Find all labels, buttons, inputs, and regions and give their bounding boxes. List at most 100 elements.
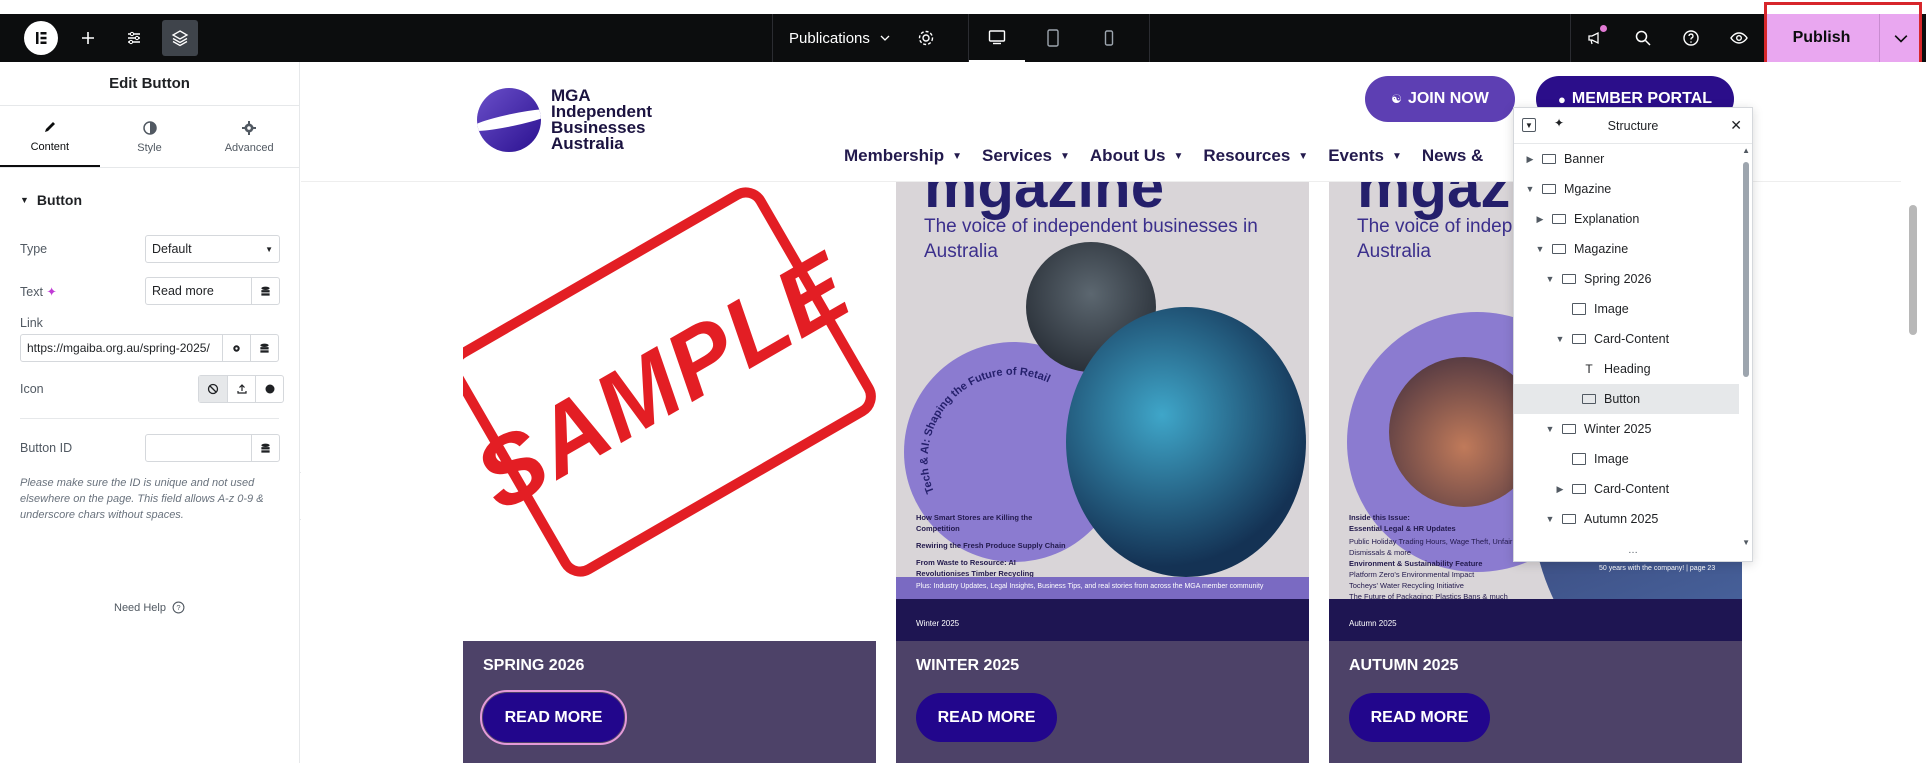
text-value: Read more	[152, 284, 214, 298]
container-icon	[1542, 184, 1556, 194]
tree-item-spring-2026[interactable]: ▼ Spring 2026	[1514, 264, 1739, 294]
container-icon	[1562, 274, 1576, 284]
button-id-input[interactable]	[145, 434, 280, 462]
upload-icon-option[interactable]	[227, 376, 255, 402]
tree-item-image[interactable]: Image	[1514, 294, 1739, 324]
structure-tree: ▶ Banner ▼ Mgazine ▶ Explanation ▼ Magazine …	[1514, 144, 1752, 549]
tablet-view-button[interactable]	[1025, 14, 1081, 62]
tree-item-magazine[interactable]: ▼ Magazine	[1514, 234, 1739, 264]
tab-content[interactable]: Content	[0, 106, 100, 167]
icon-choices	[198, 375, 284, 403]
nav-about-us[interactable]: About Us ▼	[1090, 146, 1183, 166]
desktop-view-button[interactable]	[969, 14, 1025, 62]
dynamic-tags-icon[interactable]	[251, 278, 279, 304]
mga-logo-icon	[477, 88, 541, 152]
scroll-up-icon[interactable]: ▲	[1742, 146, 1750, 155]
text-input[interactable]: Read more	[145, 277, 280, 305]
document-title-dropdown[interactable]: Publications	[772, 14, 906, 62]
mobile-view-button[interactable]	[1081, 14, 1137, 62]
tree-item-explanation[interactable]: ▶ Explanation	[1514, 204, 1739, 234]
cover-issue: Winter 2025	[896, 599, 1309, 641]
elementor-menu-button[interactable]	[17, 14, 65, 62]
nav-events[interactable]: Events ▼	[1328, 146, 1402, 166]
finder-search-button[interactable]	[1619, 14, 1667, 62]
tree-item-image[interactable]: Image	[1514, 444, 1739, 474]
publish-button[interactable]: Publish	[1764, 14, 1879, 62]
card-image-sample[interactable]: SAMPLE	[463, 182, 876, 641]
text-control: Text ✦ Read more	[0, 270, 299, 312]
read-more-button[interactable]: READ MORE	[480, 690, 627, 745]
tree-item-autumn-2025[interactable]: ▼ Autumn 2025	[1514, 504, 1739, 534]
page-settings-button[interactable]	[902, 14, 950, 62]
cover-headlines: Inside this Issue: Essential Legal & HR …	[1349, 513, 1513, 612]
site-settings-button[interactable]	[110, 14, 158, 62]
caret-down-icon: ▼	[265, 244, 273, 254]
card-image-winter-cover[interactable]: mgazine The voice of independent busines…	[896, 182, 1309, 641]
container-icon	[1542, 154, 1556, 164]
structure-toggle-button[interactable]	[162, 20, 198, 56]
type-select[interactable]: Default ▼	[145, 235, 280, 263]
link-options-gear-icon[interactable]	[222, 335, 250, 361]
sliders-icon	[128, 31, 140, 45]
mobile-icon	[1104, 30, 1114, 46]
tree-item-heading[interactable]: T Heading	[1514, 354, 1739, 384]
read-more-button[interactable]: READ MORE	[916, 693, 1057, 742]
brand-name: MGA Independent Businesses Australia	[551, 86, 653, 153]
cover-issue: Autumn 2025	[1329, 599, 1742, 641]
dynamic-tags-icon[interactable]	[251, 435, 279, 461]
card-content: AUTUMN 2025 READ MORE	[1329, 641, 1742, 763]
add-element-button[interactable]	[64, 14, 112, 62]
tab-advanced[interactable]: Advanced	[199, 106, 299, 167]
structure-title: Structure	[1607, 118, 1659, 133]
nav-services[interactable]: Services ▼	[982, 146, 1070, 166]
container-icon	[1552, 214, 1566, 224]
elementor-logo-icon	[24, 21, 58, 55]
cover-headlines: How Smart Stores are Killing the Competi…	[916, 513, 1066, 578]
help-button[interactable]	[1667, 14, 1715, 62]
need-help-link[interactable]: Need Help ?	[0, 601, 299, 614]
image-icon	[1572, 453, 1586, 465]
caret-down-icon: ▼	[20, 195, 29, 205]
pencil-icon	[44, 121, 55, 132]
link-label: Link	[20, 316, 43, 330]
user-icon: ●	[1558, 91, 1566, 107]
nav-membership[interactable]: Membership ▼	[844, 146, 962, 166]
nav-resources[interactable]: Resources ▼	[1203, 146, 1308, 166]
section-toggle-button[interactable]: ▼ Button	[0, 168, 299, 228]
publish-options-button[interactable]	[1879, 14, 1921, 62]
resize-handle-icon[interactable]: …	[1514, 546, 1752, 561]
notifications-button[interactable]	[1571, 14, 1619, 62]
card-heading: SPRING 2026	[483, 657, 585, 674]
preview-button[interactable]	[1715, 14, 1763, 62]
tree-item-winter-2025[interactable]: ▼ Winter 2025	[1514, 414, 1739, 444]
cover-photo-cart	[1066, 307, 1306, 577]
structure-scrollbar[interactable]	[1743, 162, 1749, 377]
join-now-button[interactable]: ☯ JOIN NOW	[1365, 76, 1515, 122]
ai-sparkle-icon[interactable]: ✦	[46, 285, 56, 299]
site-logo[interactable]: MGA Independent Businesses Australia	[477, 86, 653, 153]
tree-item-banner[interactable]: ▶ Banner	[1514, 144, 1739, 174]
document-title: Publications	[789, 29, 870, 47]
dynamic-tags-icon[interactable]	[250, 335, 278, 361]
tree-item-card-content[interactable]: ▼ Card-Content	[1514, 324, 1739, 354]
link-input[interactable]: https://mgaiba.org.au/spring-2025/	[20, 334, 279, 362]
tab-style[interactable]: Style	[100, 106, 200, 167]
link-value: https://mgaiba.org.au/spring-2025/	[27, 341, 210, 355]
icon-control: Icon	[0, 368, 299, 410]
text-label: Text ✦	[20, 284, 57, 299]
layers-icon	[171, 30, 189, 47]
card-content: SPRING 2026 READ MORE	[463, 641, 876, 763]
canvas-scrollbar[interactable]	[1909, 205, 1917, 335]
type-value: Default	[152, 242, 192, 256]
icon-library-option[interactable]	[255, 376, 283, 402]
tree-item-card-content[interactable]: ▶ Card-Content	[1514, 474, 1739, 504]
scroll-down-icon[interactable]: ▼	[1742, 538, 1750, 547]
read-more-button[interactable]: READ MORE	[1349, 693, 1490, 742]
tree-item-button[interactable]: Button	[1514, 384, 1739, 414]
chevron-down-icon	[880, 35, 890, 41]
close-icon[interactable]: ✕	[1730, 117, 1742, 134]
no-icon-option[interactable]	[199, 376, 227, 402]
tree-item-mgazine[interactable]: ▼ Mgazine	[1514, 174, 1739, 204]
nav-news[interactable]: News &	[1422, 146, 1483, 166]
handshake-icon: ☯	[1391, 92, 1402, 106]
